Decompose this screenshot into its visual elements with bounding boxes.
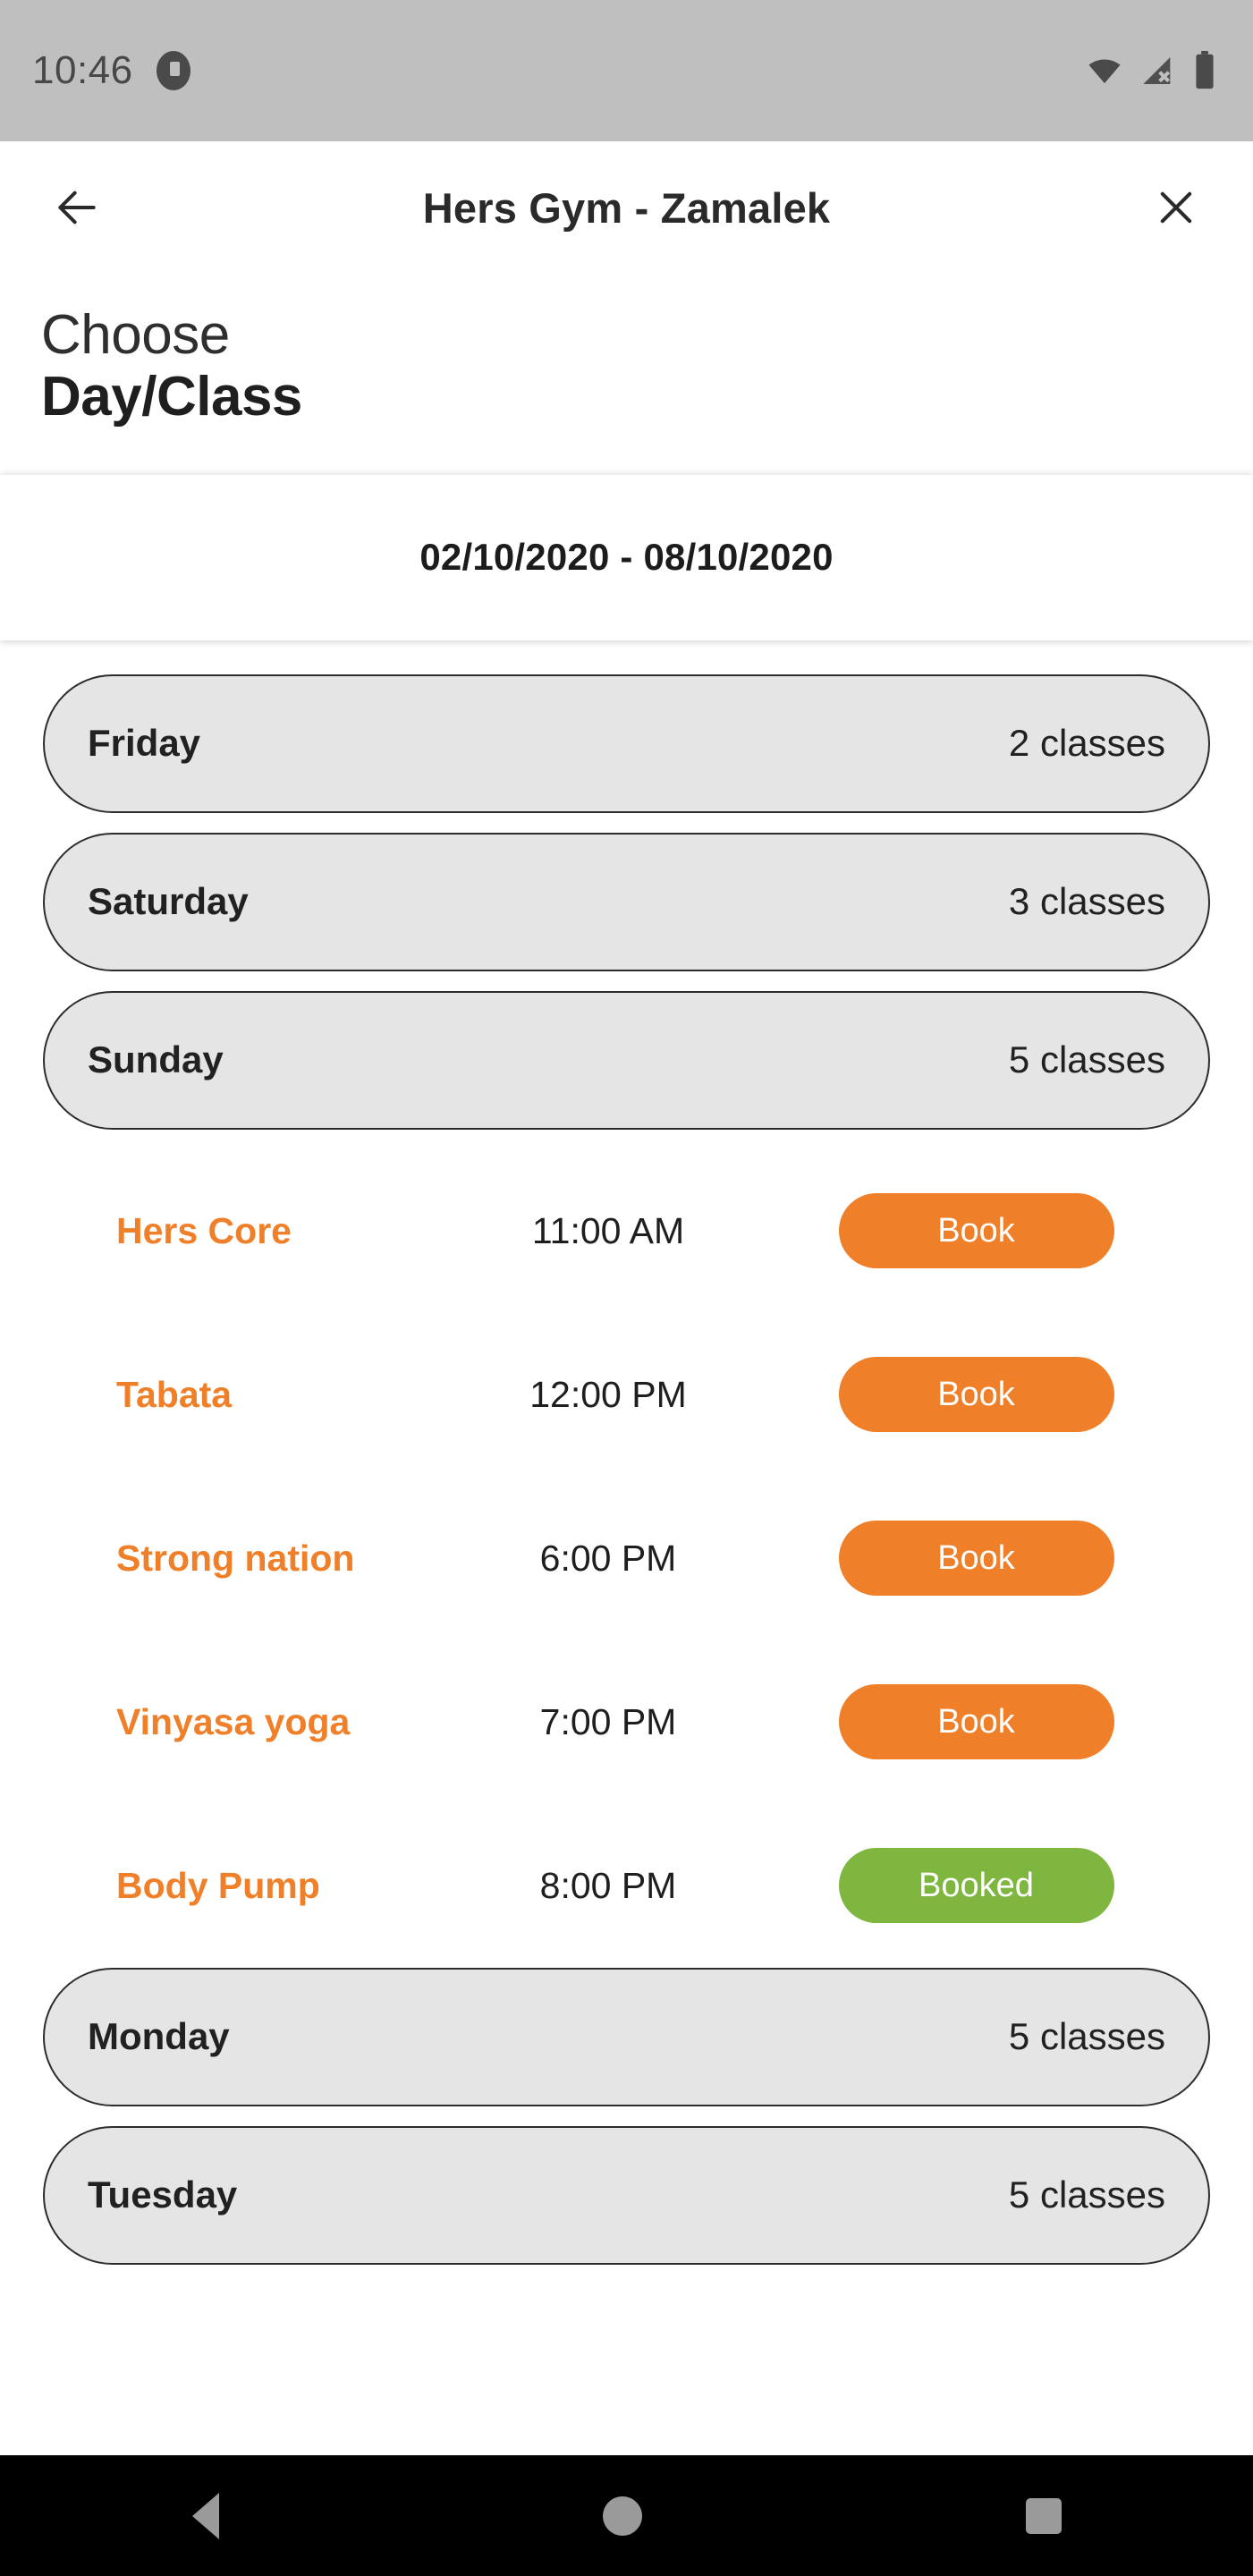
class-row: Tabata 12:00 PM Book xyxy=(0,1313,1253,1477)
booked-button[interactable]: Booked xyxy=(838,1848,1114,1924)
book-button[interactable]: Book xyxy=(838,1521,1114,1597)
class-row: Strong nation 6:00 PM Book xyxy=(0,1477,1253,1640)
book-button[interactable]: Book xyxy=(838,1357,1114,1433)
class-name: Tabata xyxy=(116,1373,233,1415)
day-name: Sunday xyxy=(88,1038,224,1081)
day-class-count: 3 classes xyxy=(1008,880,1165,923)
class-name: Vinyasa yoga xyxy=(116,1700,351,1742)
day-row-sunday[interactable]: Sunday 5 classes xyxy=(43,990,1210,1130)
class-row: Hers Core 11:00 AM Book xyxy=(0,1149,1253,1313)
class-action-cell: Book xyxy=(742,1521,1210,1597)
day-name: Saturday xyxy=(88,880,249,923)
android-nav-bar xyxy=(0,2455,1253,2576)
book-button[interactable]: Book xyxy=(838,1684,1114,1760)
class-time: 12:00 PM xyxy=(529,1373,687,1415)
nav-recents-icon[interactable] xyxy=(1025,2497,1062,2534)
date-range-label: 02/10/2020 - 08/10/2020 xyxy=(419,536,834,579)
day-name: Monday xyxy=(88,2015,230,2058)
book-button[interactable]: Book xyxy=(838,1193,1114,1269)
class-time: 11:00 AM xyxy=(531,1209,685,1251)
phone-screen: 10:46 Hers Gym - Zamalek Choose Day/Clas… xyxy=(0,0,1253,2576)
day-class-count: 5 classes xyxy=(1008,2174,1165,2216)
status-bar-clock: 10:46 xyxy=(32,48,133,92)
class-action-cell: Book xyxy=(742,1357,1210,1433)
class-action-cell: Book xyxy=(742,1193,1210,1269)
day-name: Tuesday xyxy=(88,2174,238,2216)
heading-line-1: Choose xyxy=(41,304,230,366)
close-icon[interactable] xyxy=(1146,177,1206,238)
cellular-no-signal-icon xyxy=(1139,53,1178,89)
status-bar-right xyxy=(1085,50,1217,91)
class-name: Hers Core xyxy=(116,1209,292,1251)
day-row-monday[interactable]: Monday 5 classes xyxy=(43,1967,1210,2106)
class-time: 7:00 PM xyxy=(539,1700,677,1742)
app-bar: Hers Gym - Zamalek xyxy=(0,141,1253,274)
page-title: Hers Gym - Zamalek xyxy=(422,183,831,232)
date-range-bar[interactable]: 02/10/2020 - 08/10/2020 xyxy=(0,474,1253,640)
day-row-saturday[interactable]: Saturday 3 classes xyxy=(43,832,1210,971)
day-name: Friday xyxy=(88,722,201,765)
back-arrow-icon[interactable] xyxy=(47,177,107,238)
screen-heading: Choose Day/Class xyxy=(0,274,1253,475)
nav-back-icon[interactable] xyxy=(191,2492,219,2539)
schedule-list[interactable]: Friday 2 classes Saturday 3 classes Sunday 5 … xyxy=(0,640,1253,2284)
class-row: Body Pump 8:00 PM Booked xyxy=(0,1804,1253,1968)
class-action-cell: Book xyxy=(742,1684,1210,1760)
status-bar-left: 10:46 xyxy=(32,48,1085,93)
class-time: 6:00 PM xyxy=(539,1537,677,1579)
battery-full-icon xyxy=(1192,50,1217,91)
heading-line-2: Day/Class xyxy=(41,366,302,428)
day-row-tuesday[interactable]: Tuesday 5 classes xyxy=(43,2125,1210,2265)
class-name: Body Pump xyxy=(116,1864,320,1906)
class-row: Vinyasa yoga 7:00 PM Book xyxy=(0,1640,1253,1804)
notification-icon xyxy=(156,51,190,90)
wifi-icon xyxy=(1085,53,1124,89)
class-time: 8:00 PM xyxy=(539,1864,677,1906)
class-name: Strong nation xyxy=(116,1537,355,1579)
class-action-cell: Booked xyxy=(742,1848,1210,1924)
day-class-count: 2 classes xyxy=(1008,722,1165,765)
day-class-count: 5 classes xyxy=(1008,1038,1165,1081)
day-class-count: 5 classes xyxy=(1008,2015,1165,2058)
day-row-friday[interactable]: Friday 2 classes xyxy=(43,674,1210,813)
status-bar: 10:46 xyxy=(0,0,1253,141)
nav-home-icon[interactable] xyxy=(602,2496,642,2536)
